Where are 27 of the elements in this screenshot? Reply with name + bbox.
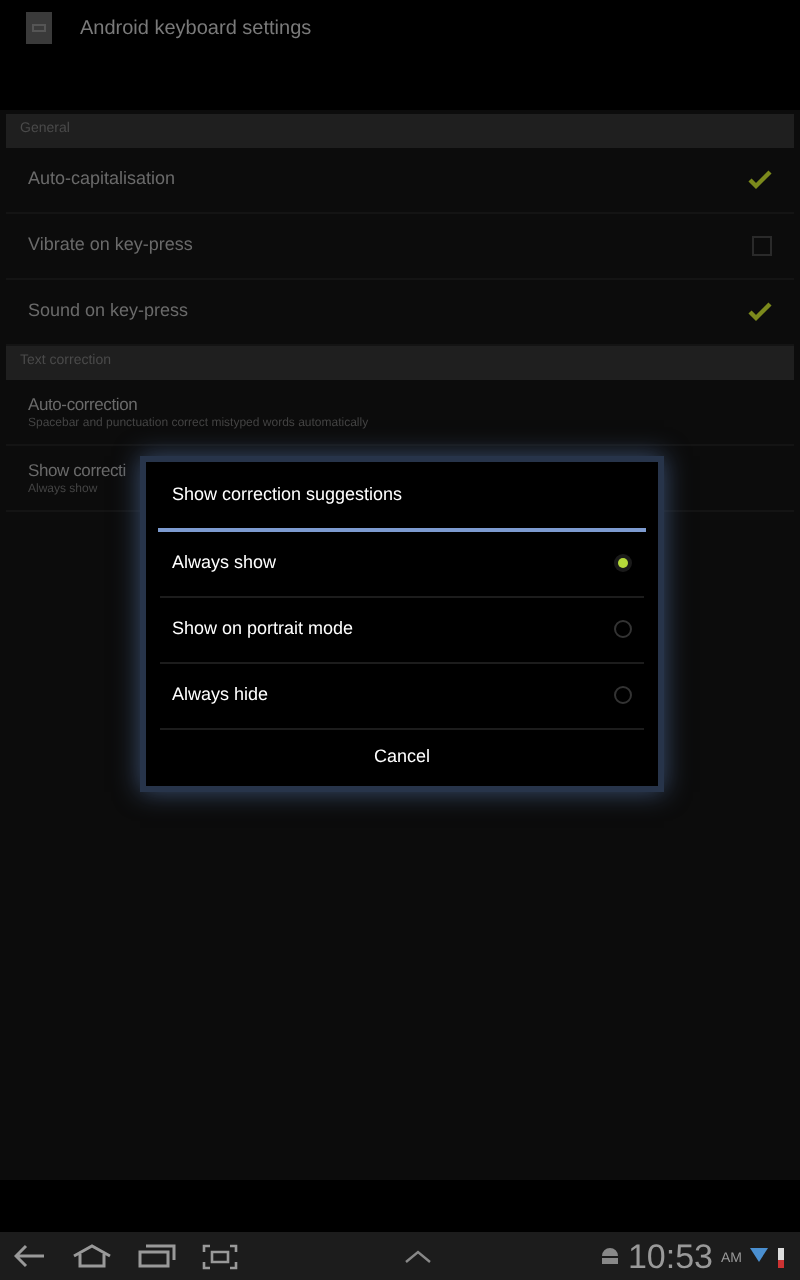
checkmark-icon[interactable] [748,168,772,192]
back-icon[interactable] [14,1244,46,1268]
battery-icon [776,1245,786,1267]
keyboard-icon [26,12,52,44]
clock: 10:53 [627,1239,713,1273]
setting-label[interactable]: Sound on key-press [28,298,189,326]
dialog-option[interactable]: Always hide [160,663,644,729]
dialog-option[interactable]: Always show [160,531,644,597]
caret-up-icon[interactable] [404,1249,433,1263]
setting-label[interactable]: Auto-capitalisation [28,166,176,194]
dialog-option[interactable]: Show on portrait mode [160,597,644,663]
app-title: Android keyboard settings [80,16,312,44]
checkbox[interactable] [752,236,772,256]
setting-label[interactable]: Auto-correction [28,391,369,415]
cancel-button[interactable]: Cancel [146,729,658,785]
radio-button[interactable] [614,686,632,704]
home-icon[interactable] [72,1244,112,1268]
recent-apps-icon[interactable] [138,1244,176,1268]
radio-button[interactable] [614,554,632,572]
screenshot-icon[interactable] [202,1243,238,1269]
radio-button[interactable] [614,620,632,638]
checkmark-icon[interactable] [748,300,772,324]
setting-label[interactable]: Vibrate on key-press [28,232,193,260]
android-icon [599,1246,620,1266]
setting-label[interactable]: Show correcti [28,457,126,481]
wifi-icon [750,1246,768,1266]
dialog-title: Show correction suggestions [170,482,405,508]
